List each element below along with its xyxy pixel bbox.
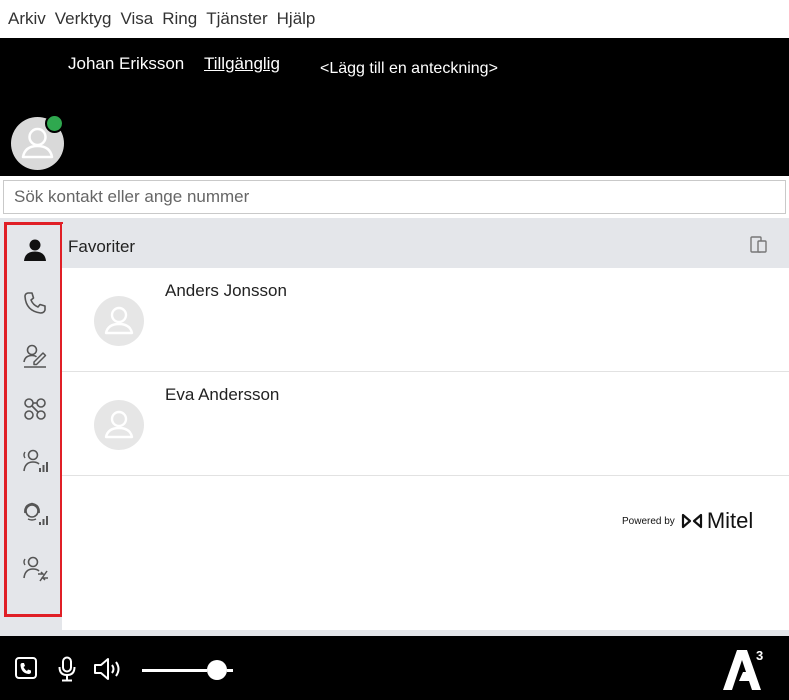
speaker-volume-icon[interactable] bbox=[92, 656, 124, 687]
favorites-panel: Favoriter Anders Jonsson Eva Andersson P… bbox=[62, 224, 789, 630]
sidebar-item-calls[interactable] bbox=[15, 283, 55, 323]
network-icon bbox=[24, 398, 46, 420]
sidebar-item-contacts[interactable] bbox=[15, 230, 55, 270]
menu-ring[interactable]: Ring bbox=[162, 9, 197, 29]
contact-person-icon bbox=[104, 306, 134, 335]
contact-avatar bbox=[94, 400, 144, 450]
mitel-logo-icon bbox=[681, 513, 702, 529]
brand-name: Mitel bbox=[706, 508, 754, 533]
menu-tjanster[interactable]: Tjänster bbox=[206, 9, 267, 29]
menu-arkiv[interactable]: Arkiv bbox=[8, 9, 46, 29]
person-signal-icon bbox=[23, 449, 48, 472]
volume-slider[interactable] bbox=[142, 658, 252, 682]
menu-visa[interactable]: Visa bbox=[120, 9, 153, 29]
menu-verktyg[interactable]: Verktyg bbox=[55, 9, 112, 29]
sidebar-nav bbox=[4, 222, 63, 617]
dialpad-icon[interactable] bbox=[14, 656, 38, 685]
menu-bar: Arkiv Verktyg Visa Ring Tjänster Hjälp bbox=[0, 0, 789, 38]
menu-hjalp[interactable]: Hjälp bbox=[277, 9, 316, 29]
app-logo-icon: 3 bbox=[719, 648, 769, 697]
microphone-icon[interactable] bbox=[57, 656, 77, 687]
search-input[interactable] bbox=[12, 186, 785, 208]
contact-row[interactable]: Anders Jonsson bbox=[62, 268, 789, 372]
presence-indicator bbox=[45, 114, 64, 133]
sidebar-item-network[interactable] bbox=[15, 389, 55, 429]
volume-slider-track bbox=[227, 669, 233, 672]
user-header: Johan Eriksson Tillgänglig <Lägg till en… bbox=[0, 38, 789, 176]
contact-person-icon bbox=[104, 410, 134, 439]
powered-by-text: Powered by bbox=[622, 515, 675, 527]
person-transfer-icon bbox=[23, 556, 48, 582]
search-box bbox=[3, 180, 786, 214]
sidebar-item-transfer[interactable] bbox=[15, 549, 55, 589]
sidebar-item-queues[interactable] bbox=[15, 495, 55, 535]
devices-icon[interactable] bbox=[749, 235, 769, 260]
contacts-icon bbox=[24, 239, 46, 261]
favorites-header: Favoriter bbox=[62, 224, 789, 268]
user-note[interactable]: <Lägg till en anteckning> bbox=[320, 60, 498, 78]
sidebar-item-status[interactable] bbox=[15, 336, 55, 376]
contact-name: Eva Andersson bbox=[165, 385, 280, 404]
volume-slider-handle[interactable] bbox=[207, 660, 227, 680]
main-area: Favoriter Anders Jonsson Eva Andersson P… bbox=[0, 218, 789, 636]
powered-by-mitel: Powered by Mitel bbox=[622, 508, 753, 534]
svg-text:3: 3 bbox=[756, 648, 763, 663]
sidebar-item-presence[interactable] bbox=[15, 442, 55, 482]
favorites-title: Favoriter bbox=[68, 237, 136, 256]
headset-signal-icon bbox=[24, 502, 48, 525]
phone-icon bbox=[24, 292, 46, 314]
volume-slider-fill bbox=[142, 669, 207, 672]
contact-name: Anders Jonsson bbox=[165, 281, 287, 300]
user-status-link[interactable]: Tillgänglig bbox=[204, 54, 280, 74]
contact-row[interactable]: Eva Andersson bbox=[62, 372, 789, 476]
contact-avatar bbox=[94, 296, 144, 346]
bottom-toolbar: 3 bbox=[0, 636, 789, 700]
person-edit-icon bbox=[23, 344, 47, 368]
user-name: Johan Eriksson bbox=[68, 54, 185, 73]
